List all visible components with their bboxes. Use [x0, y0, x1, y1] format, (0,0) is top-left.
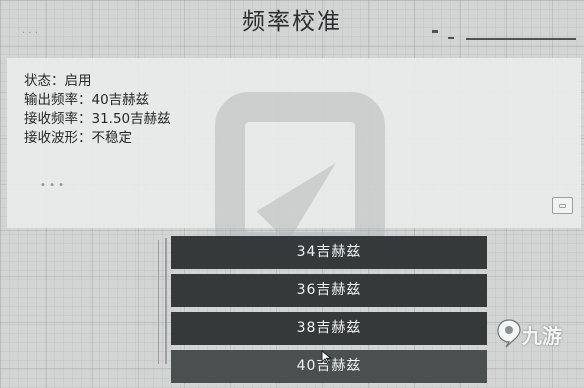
status-row-receive-waveform: 接收波形：不稳定 [24, 129, 171, 148]
dots-decor: • • • [40, 180, 65, 191]
status-row-state: 状态：启用 [24, 72, 171, 91]
status-row-receive-frequency: 接收频率：31.50吉赫兹 [24, 110, 171, 129]
status-label: 接收波形： [24, 130, 92, 146]
status-value: 31.50吉赫兹 [91, 111, 171, 127]
status-value: 不稳定 [91, 130, 133, 146]
site-logo-text: 九游 [522, 324, 562, 348]
frequency-option-list: 34吉赫兹 36吉赫兹 38吉赫兹 40吉赫兹 [171, 236, 487, 388]
status-row-output-frequency: 输出频率：40吉赫兹 [24, 91, 171, 110]
page-title: 频率校准 [242, 9, 342, 35]
status-label: 接收频率： [24, 111, 92, 127]
dots-decor: · · · [22, 28, 38, 39]
frequency-option-34ghz[interactable]: 34吉赫兹 [171, 236, 487, 269]
frequency-option-38ghz[interactable]: 38吉赫兹 [171, 312, 487, 345]
corner-window-button[interactable]: ▭ [552, 197, 573, 214]
status-label: 输出频率： [24, 92, 92, 108]
vertical-divider [165, 238, 167, 364]
vertical-divider [158, 240, 159, 364]
site-logo-icon [497, 319, 521, 348]
mouse-cursor-icon [321, 350, 333, 364]
status-list: 状态：启用 输出频率：40吉赫兹 接收频率：31.50吉赫兹 接收波形：不稳定 [24, 72, 171, 148]
frequency-option-36ghz[interactable]: 36吉赫兹 [171, 274, 487, 307]
status-value: 启用 [64, 73, 92, 89]
top-decor-bar-left [448, 37, 454, 39]
top-decor-bar-right [466, 38, 576, 40]
status-label: 状态： [24, 73, 65, 89]
status-value: 40吉赫兹 [91, 92, 150, 108]
